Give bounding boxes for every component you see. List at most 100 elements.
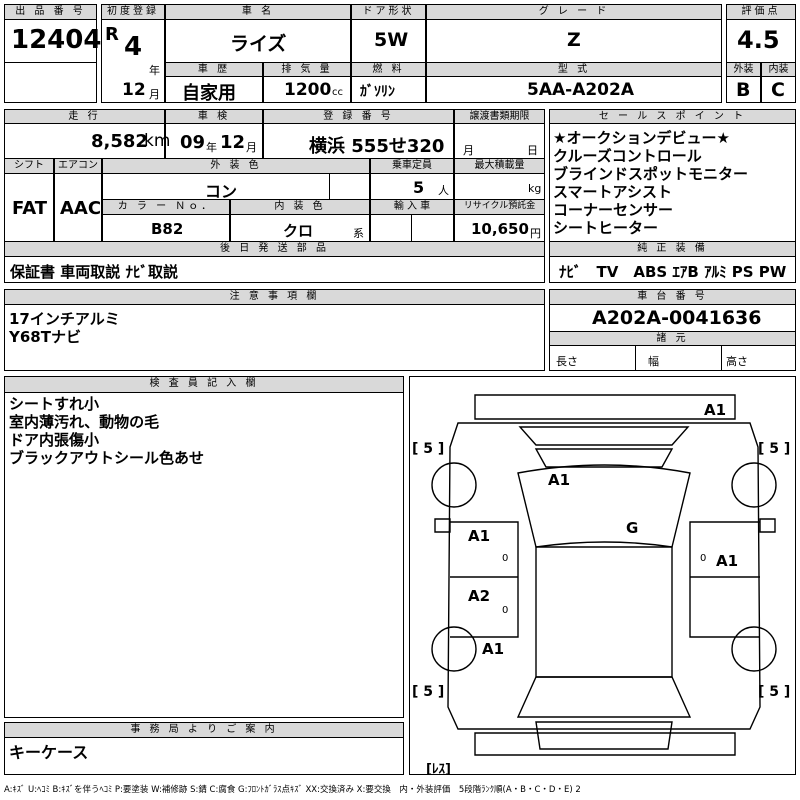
chassis-cell: A202A-0041636 <box>549 304 796 332</box>
sales-point: クルーズコントロール <box>553 147 702 165</box>
model-header: 型 式 <box>426 62 722 77</box>
lot-no-header: 出 品 番 号 <box>4 4 97 20</box>
reg-no: 横浜 555せ320 <box>309 136 445 157</box>
zero-mark: 0 <box>700 553 707 564</box>
equipment-cell: ﾅﾋﾞ TV ABS ｴｱB ｱﾙﾐ PS PW <box>549 256 796 283</box>
int-color-header: 内 装 色 <box>230 199 370 215</box>
sales-points-list: ★オークションデビュー★ クルーズコントロール ブラインドスポットモニター スマ… <box>553 129 748 237</box>
sales-points-header: セ ー ル ス ポ イ ン ト <box>549 109 796 124</box>
recycle-header: リサイクル預託金 <box>454 199 545 215</box>
inspector-note: ブラックアウトシール色あせ <box>9 449 205 467</box>
tire-depth: [ 5 ] <box>758 441 791 457</box>
car-name-header: 車 名 <box>165 4 351 20</box>
office-cell: キーケース <box>4 737 404 775</box>
import-header: 輸 入 車 <box>370 199 454 215</box>
ac-header: エアコン <box>54 158 102 174</box>
later-parts-cell: 保証書 車両取説 ﾅﾋﾞ取説 <box>4 256 545 283</box>
sales-point: シートヒーター <box>553 219 659 237</box>
deadline-month: 月 <box>463 144 474 157</box>
insp-year: 09 <box>180 132 206 153</box>
door-header: ドア形状 <box>351 4 426 20</box>
inspector-cell: シートすれ小 室内薄汚れ、動物の毛 ドア内張傷小 ブラックアウトシール色あせ <box>4 392 404 718</box>
shift-cell: FAT <box>4 173 54 242</box>
ac-cell: AAC <box>54 173 102 242</box>
first-reg-year: 4 <box>124 32 143 62</box>
ext-color-blank <box>329 173 370 200</box>
exterior-grade: B <box>736 79 751 101</box>
later-parts-header: 後 日 発 送 部 品 <box>4 241 545 257</box>
damage-mark: A1 <box>548 471 571 489</box>
history-cell: 自家用 <box>165 76 263 104</box>
recycle: 10,650 <box>471 220 529 238</box>
car-diagram: A1 A1 G A1 A1 A2 A1 0 0 0 [ 5 ] [ 5 ] [ … <box>409 376 796 777</box>
inspection-header: 車 検 <box>165 109 263 124</box>
car-name-cell: ライズ <box>165 19 351 63</box>
max-load-cell: kg <box>454 173 545 200</box>
notes-header: 注 意 事 項 欄 <box>4 289 545 305</box>
length-cell: 長さ <box>549 345 636 371</box>
insp-month: 12 <box>220 132 246 153</box>
recycle-cell: 10,650 円 <box>454 214 545 242</box>
inspector-note: 室内薄汚れ、動物の毛 <box>9 413 160 431</box>
inspector-note: シートすれ小 <box>9 395 100 413</box>
capacity-unit: 人 <box>438 184 449 197</box>
first-reg-month: 12 <box>122 80 146 100</box>
ac: AAC <box>60 198 102 219</box>
int-color: クロ <box>283 222 314 240</box>
fuel-header: 燃 料 <box>351 62 426 77</box>
height-cell: 高さ <box>721 345 796 371</box>
grade-cell: Z <box>426 19 722 63</box>
exterior-header: 外装 <box>726 62 761 77</box>
deadline-cell: 月 日 <box>454 123 545 159</box>
sales-point: ブラインドスポットモニター <box>553 165 749 183</box>
deadline-day: 日 <box>527 144 538 157</box>
legend: A:ｷｽﾞ U:ﾍｺﾐ B:ｷｽﾞを伴うﾍｺﾐ P:要塗装 W:補修跡 S:錆 … <box>4 785 581 795</box>
inspector-header: 検 査 員 記 入 欄 <box>4 376 404 393</box>
deadline-header: 譲渡書類期限 <box>454 109 545 124</box>
import-cell-1 <box>370 214 412 242</box>
era: R <box>105 24 119 45</box>
color-no-cell: B82 <box>102 214 230 242</box>
color-no: B82 <box>151 220 184 238</box>
inspection-cell: 09 年 12 月 <box>165 123 263 159</box>
import-cell-2 <box>411 214 454 242</box>
score-cell: 4.5 <box>726 19 796 63</box>
sales-point: コーナーセンサー <box>553 201 674 219</box>
reg-no-cell: 横浜 555せ320 <box>263 123 454 159</box>
displacement-header: 排 気 量 <box>263 62 351 77</box>
damage-mark: G <box>626 519 639 537</box>
model: 5AA-A202A <box>527 80 634 100</box>
interior-cell: C <box>761 76 796 103</box>
year-unit: 年 <box>149 64 160 77</box>
notes-list: 17インチアルミ Y68Tナビ <box>9 310 120 346</box>
damage-mark: A1 <box>468 527 491 545</box>
note-line: 17インチアルミ <box>9 310 120 328</box>
displacement-unit: cc <box>332 87 343 98</box>
tire-depth: [ 5 ] <box>758 684 791 700</box>
office-header: 事 務 局 よ り ご 案 内 <box>4 722 404 738</box>
shift-header: シフト <box>4 158 54 174</box>
later-parts: 保証書 車両取説 ﾅﾋﾞ取説 <box>10 263 178 281</box>
chassis-header: 車 台 番 号 <box>549 289 796 305</box>
max-load-unit: kg <box>528 182 542 195</box>
height-label: 高さ <box>726 355 748 368</box>
score: 4.5 <box>737 26 780 54</box>
int-color-unit: 系 <box>353 227 364 240</box>
inspector-note: ドア内張傷小 <box>9 431 100 449</box>
width-cell: 幅 <box>635 345 722 371</box>
car-outline <box>431 394 777 756</box>
max-load-header: 最大積載量 <box>454 158 545 174</box>
fuel-cell: ｶﾞｿﾘﾝ <box>351 76 426 103</box>
note-line: Y68Tナビ <box>9 328 81 346</box>
month-unit: 月 <box>149 88 160 101</box>
chassis-no: A202A-0041636 <box>592 307 762 329</box>
first-reg-cell: R 4 年 12 月 <box>101 19 165 103</box>
first-reg-header: 初度登録 <box>101 4 165 20</box>
displacement-cell: 1200 cc <box>263 76 351 103</box>
sales-point: ★オークションデビュー★ <box>553 129 730 147</box>
insp-year-unit: 年 <box>206 141 217 154</box>
score-header: 評価点 <box>726 4 796 20</box>
fuel: ｶﾞｿﾘﾝ <box>360 84 395 100</box>
exterior-cell: B <box>726 76 761 103</box>
zero-mark: 0 <box>502 605 509 616</box>
